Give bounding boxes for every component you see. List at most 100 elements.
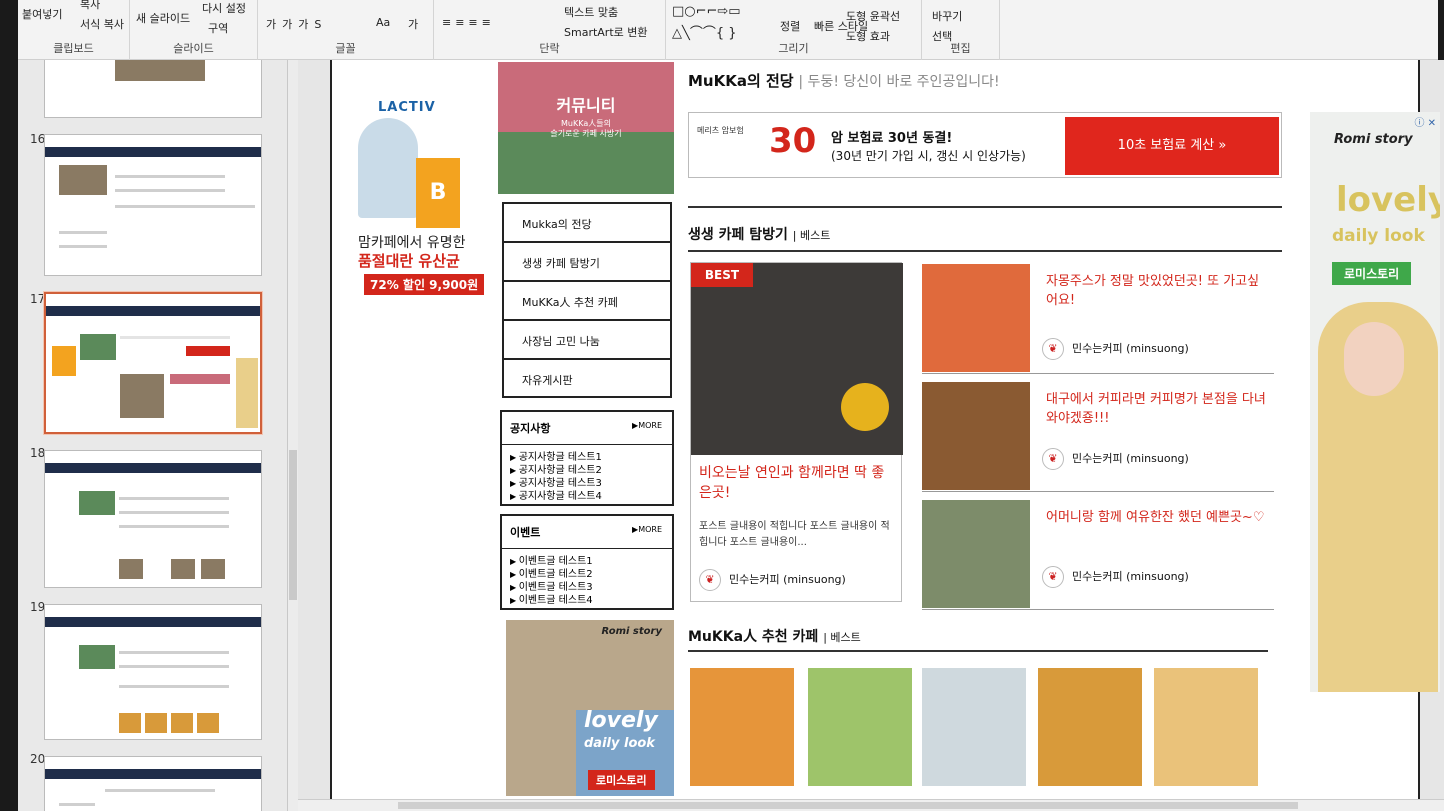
notice-item[interactable]: 공지사항글 테스트3 xyxy=(502,477,672,490)
section-recommend: MuKKa人 추천 카페 | 베스트 xyxy=(688,626,861,646)
arrange-button[interactable]: 정렬 xyxy=(780,18,800,34)
post-author: ❦ 민수는커피 (minsuong) xyxy=(1042,448,1189,470)
post-author: ❦ 민수는커피 (minsuong) xyxy=(1042,338,1189,360)
slide-thumbnail-18[interactable] xyxy=(44,450,262,588)
shapes-gallery-row2[interactable]: △╲⌒⌒{ } xyxy=(672,22,737,41)
menu-item-owner[interactable]: 사장님 고민 나눔 xyxy=(504,321,670,360)
cherry-icon: ❦ xyxy=(1042,448,1064,470)
event-item[interactable]: 이벤트글 테스트4 xyxy=(502,594,672,607)
notice-item[interactable]: 공지사항글 테스트4 xyxy=(502,490,672,503)
post-card[interactable]: 대구에서 커피라면 커피명가 본점을 다녀와야겠죵!!! ❦ 민수는커피 (min… xyxy=(922,382,1274,492)
event-title: 이벤트 xyxy=(510,526,541,539)
event-item[interactable]: 이벤트글 테스트3 xyxy=(502,581,672,594)
event-more-link[interactable]: ▶MORE xyxy=(632,525,662,534)
reset-button[interactable]: 다시 설정 xyxy=(202,0,246,16)
author-name: 민수는커피 (minsuong) xyxy=(1072,452,1189,465)
banner-line2: (30년 만기 가입 시, 갱신 시 인상가능) xyxy=(831,149,1026,163)
divider xyxy=(688,206,1282,208)
section-button[interactable]: 구역 xyxy=(208,20,228,36)
post-card[interactable]: 자몽주스가 정말 맛있었던곳! 또 가고싶어요! ❦ 민수는커피 (minsuon… xyxy=(922,264,1274,374)
slide-thumbnail-15[interactable] xyxy=(44,60,262,118)
cherry-icon: ❦ xyxy=(1042,566,1064,588)
menu-item-free-board[interactable]: 자유게시판 xyxy=(504,360,670,399)
community-subtitle2: 슬기로운 카페 사방기 xyxy=(550,129,622,138)
post-card[interactable]: 어머니랑 함께 여유한잔 했던 예쁜곳~♡ ❦ 민수는커피 (minsuong) xyxy=(922,500,1274,610)
clipboard-group: 붙여넣기 복사 서식 복사 클립보드 xyxy=(18,0,130,60)
section-tag: | 베스트 xyxy=(792,229,831,242)
slide-thumbnail-20[interactable] xyxy=(44,756,262,811)
post-title: 어머니랑 함께 여유한잔 했던 예쁜곳~♡ xyxy=(1046,510,1265,525)
ad-model-face xyxy=(1344,322,1404,396)
event-item[interactable]: 이벤트글 테스트2 xyxy=(502,568,672,581)
slides-label: 슬라이드 xyxy=(173,42,214,55)
drawing-label: 그리기 xyxy=(778,42,809,55)
cherry-icon: ❦ xyxy=(1042,338,1064,360)
recommend-cafe-image[interactable] xyxy=(808,668,912,786)
slide-number: 17 xyxy=(30,292,46,306)
section-title: MuKKa人 추천 카페 xyxy=(688,629,819,645)
banner-insurer: 메리츠 암보험 xyxy=(697,126,744,135)
bottom-left-ad[interactable]: Romi story lovely daily look 로미스토리 xyxy=(506,620,674,796)
editing-group: 바꾸기 선택 편집 xyxy=(922,0,1000,60)
slide-number: 16 xyxy=(30,132,46,146)
scrollbar-thumb[interactable] xyxy=(289,450,297,600)
align-buttons[interactable]: ≡≡≡≡ xyxy=(442,16,495,29)
cherry-icon: ❦ xyxy=(699,569,721,591)
slide-editing-canvas: LACTIV B 맘카페에서 유명한 품절대란 유산균 72% 할인 9,900… xyxy=(298,60,1444,811)
new-slide-button[interactable]: 새 슬라이드 xyxy=(136,10,190,26)
font-group: 가가가S Aa 가 글꼴 xyxy=(258,0,434,60)
thumbnail-scrollbar[interactable] xyxy=(288,60,298,811)
shape-outline-button[interactable]: 도형 윤곽선 xyxy=(846,8,900,24)
slide-number: 18 xyxy=(30,446,46,460)
ad-daily: daily look xyxy=(584,736,655,751)
font-case-button[interactable]: Aa xyxy=(376,16,390,29)
notice-item[interactable]: 공지사항글 테스트2 xyxy=(502,464,672,477)
paste-button[interactable]: 붙여넣기 xyxy=(22,6,62,22)
scrollbar-thumb[interactable] xyxy=(398,802,1298,809)
notice-more-link[interactable]: ▶MORE xyxy=(632,421,662,430)
slide-thumbnail-19[interactable] xyxy=(44,604,262,740)
ad-button[interactable]: 로미스토리 xyxy=(1332,262,1412,285)
post-title: 비오는날 연인과 함께라면 딱 좋은곳! xyxy=(699,465,885,501)
event-item[interactable]: 이벤트글 테스트1 xyxy=(502,555,672,568)
notice-header: 공지사항 ▶MORE xyxy=(502,412,672,445)
best-post-card[interactable]: BEST 비오는날 연인과 함께라면 딱 좋은곳! 포스트 글내용이 적힙니다 … xyxy=(690,262,903,602)
ad-close-icon[interactable]: ⓘ ✕ xyxy=(1414,114,1436,129)
slide-thumbnail-17[interactable] xyxy=(43,291,263,435)
copy-button[interactable]: 복사 xyxy=(80,0,100,12)
community-title: 커뮤니티 xyxy=(556,96,616,115)
replace-button[interactable]: 바꾸기 xyxy=(932,8,962,24)
font-color-button[interactable]: 가 xyxy=(408,16,418,32)
section-title: 생생 카페 탐방기 xyxy=(688,227,788,243)
menu-item-recommend[interactable]: MuKKa人 추천 카페 xyxy=(504,282,670,321)
notice-item[interactable]: 공지사항글 테스트1 xyxy=(502,451,672,464)
shapes-gallery[interactable]: □○⌐⌐⇨▭ xyxy=(672,4,741,19)
ad-lovely: lovely xyxy=(584,708,658,733)
slide-thumbnail-16[interactable] xyxy=(44,134,262,276)
powerpoint-window: 붙여넣기 복사 서식 복사 클립보드 새 슬라이드 다시 설정 구역 슬라이드 … xyxy=(0,0,1444,811)
recommend-cafe-image[interactable] xyxy=(1038,668,1142,786)
post-author: ❦ 민수는커피 (minsuong) xyxy=(1042,566,1189,588)
smartart-button[interactable]: SmartArt로 변환 xyxy=(564,24,648,40)
ad-line1: 맘카페에서 유명한 xyxy=(358,235,466,251)
recommend-cafe-image[interactable] xyxy=(1154,668,1258,786)
text-align-button[interactable]: 텍스트 맞춤 xyxy=(564,4,618,20)
ribbon: 붙여넣기 복사 서식 복사 클립보드 새 슬라이드 다시 설정 구역 슬라이드 … xyxy=(18,0,1438,60)
slide-17[interactable]: LACTIV B 맘카페에서 유명한 품절대란 유산균 72% 할인 9,900… xyxy=(330,60,1440,800)
ad-button[interactable]: 로미스토리 xyxy=(588,770,655,790)
post-thumbnail xyxy=(922,500,1030,608)
format-copy-button[interactable]: 서식 복사 xyxy=(80,16,124,32)
insurance-banner[interactable]: 메리츠 암보험 30 암 보험료 30년 동결! (30년 만기 가입 시, 갱… xyxy=(688,112,1282,178)
recommend-cafe-image[interactable] xyxy=(922,668,1026,786)
ad-brand: Romi story xyxy=(1334,132,1413,147)
horizontal-scrollbar[interactable] xyxy=(298,799,1444,811)
right-ad-banner[interactable]: ⓘ ✕ Romi story lovely daily look 로미스토리 xyxy=(1310,112,1440,692)
recommend-cafe-image[interactable] xyxy=(690,668,794,786)
section-tag: | 베스트 xyxy=(823,631,861,644)
font-style-buttons[interactable]: 가가가S xyxy=(266,16,327,32)
menu-item-cafe-tour[interactable]: 생생 카페 탐방기 xyxy=(504,243,670,282)
left-ad-banner[interactable]: LACTIV B 맘카페에서 유명한 품절대란 유산균 72% 할인 9,900… xyxy=(342,60,492,305)
menu-item-hall[interactable]: Mukka의 전당 xyxy=(504,204,670,243)
more-label: MORE xyxy=(638,421,662,430)
banner-cta-button[interactable]: 10초 보험료 계산 » xyxy=(1065,117,1279,175)
